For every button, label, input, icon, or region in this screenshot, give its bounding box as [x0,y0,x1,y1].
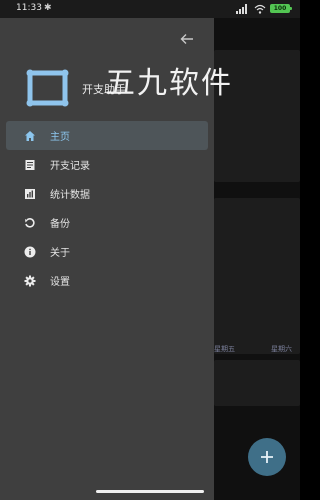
menu-item-label: 开支记录 [50,161,90,172]
menu-item-label: 主页 [50,132,70,143]
bluetooth-icon: ✱ [44,3,52,13]
gear-icon [24,275,36,286]
menu-item-backup[interactable]: 备份 [6,208,208,237]
battery-level: 100 [273,5,287,12]
menu-item-label: 备份 [50,219,70,230]
menu-item-label: 设置 [50,277,70,288]
menu-item-label: 关于 [50,248,70,259]
bar-chart-icon [25,188,35,199]
battery-icon: 100 [270,4,292,13]
weekday-header: 星期五 星期六 [214,344,300,354]
status-icons: 100 [236,3,292,14]
menu-item-home[interactable]: 主页 [6,121,208,150]
menu-item-settings[interactable]: 设置 [6,266,208,295]
background-card [214,198,300,354]
add-expense-button[interactable] [248,438,286,476]
watermark-text: 五九软件 [105,66,233,101]
background-card [214,360,300,406]
weekday-label: 星期五 [214,345,235,353]
home-indicator[interactable] [96,490,204,493]
drawer-menu: 主页 开支记录 统计数据 备份 关于 设置 [6,121,208,295]
phone-screen: 11:33 ✱ 100 星期五 星期六 开支助手 主页 开支记录 统计数据 备份… [0,0,300,500]
signal-icon [236,3,247,14]
menu-item-statistics[interactable]: 统计数据 [6,179,208,208]
receipt-icon [25,159,35,170]
menu-item-about[interactable]: 关于 [6,237,208,266]
weekday-label: 星期六 [271,345,292,353]
info-icon [24,246,36,257]
status-time: 11:33 [16,3,42,13]
status-bar: 11:33 ✱ 100 [0,0,300,18]
home-icon [25,130,35,141]
menu-item-label: 统计数据 [50,190,90,201]
plus-icon [261,451,273,463]
menu-item-records[interactable]: 开支记录 [6,150,208,179]
wifi-icon [254,4,266,14]
back-arrow-icon[interactable] [178,30,196,48]
backup-icon [25,217,35,228]
app-logo-icon [26,69,69,107]
